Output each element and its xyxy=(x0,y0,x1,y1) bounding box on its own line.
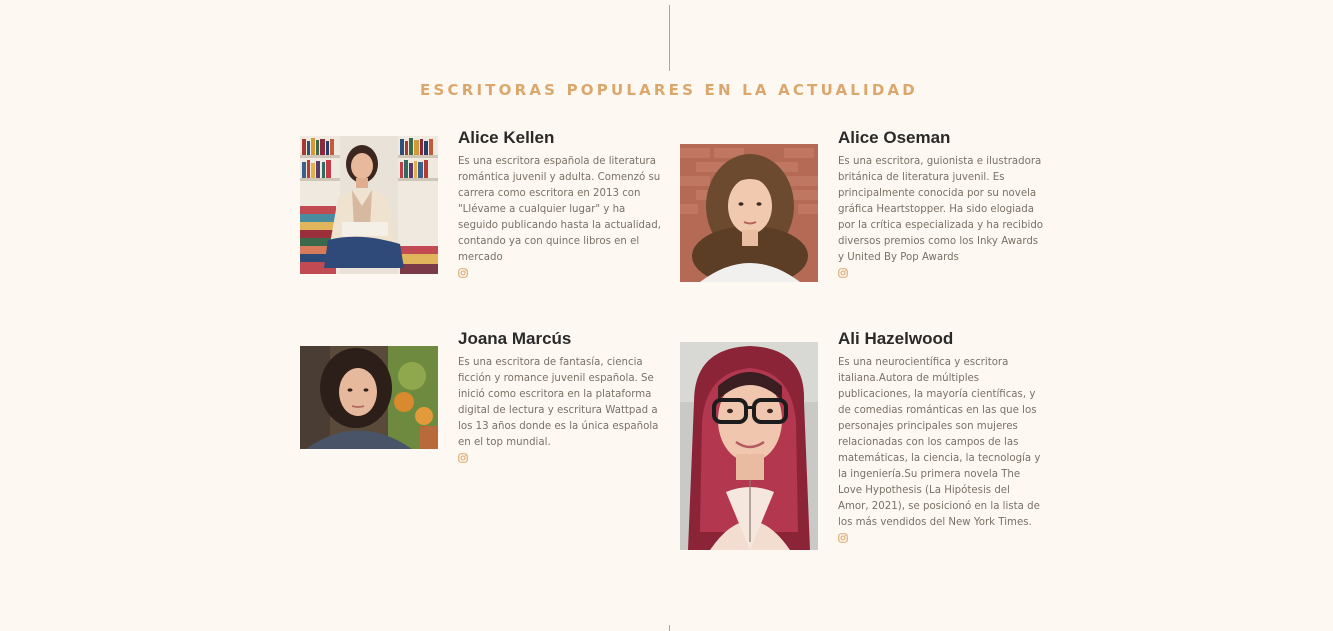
writer-name: Ali Hazelwood xyxy=(838,329,954,348)
writer-bio: Es una escritora, guionista e ilustrador… xyxy=(838,156,1044,263)
writer-bio: Es una escritora española de literatura … xyxy=(458,156,661,263)
writer-name: Alice Oseman xyxy=(838,128,951,147)
writer-photo-alice-kellen xyxy=(300,136,438,274)
writer-name: Alice Kellen xyxy=(458,128,555,147)
instagram-icon[interactable] xyxy=(458,453,468,463)
section-title: ESCRITORAS POPULARES EN LA ACTUALIDAD xyxy=(420,81,918,99)
instagram-icon[interactable] xyxy=(458,268,468,278)
instagram-icon[interactable] xyxy=(838,533,848,543)
writer-photo-joana-marcus xyxy=(300,346,438,449)
writer-bio: Es una neurocientífica y escritora itali… xyxy=(838,357,1041,528)
writer-photo-ali-hazelwood xyxy=(680,342,818,550)
writers-section: ESCRITORAS POPULARES EN LA ACTUALIDAD Al… xyxy=(0,0,1333,631)
writer-bio: Es una escritora de fantasía, ciencia fi… xyxy=(458,357,659,448)
top-divider-line xyxy=(669,5,670,71)
writer-name: Joana Marcús xyxy=(458,329,572,348)
writer-photo-alice-oseman xyxy=(680,144,818,282)
instagram-icon[interactable] xyxy=(838,268,848,278)
bottom-divider-line xyxy=(669,625,670,631)
